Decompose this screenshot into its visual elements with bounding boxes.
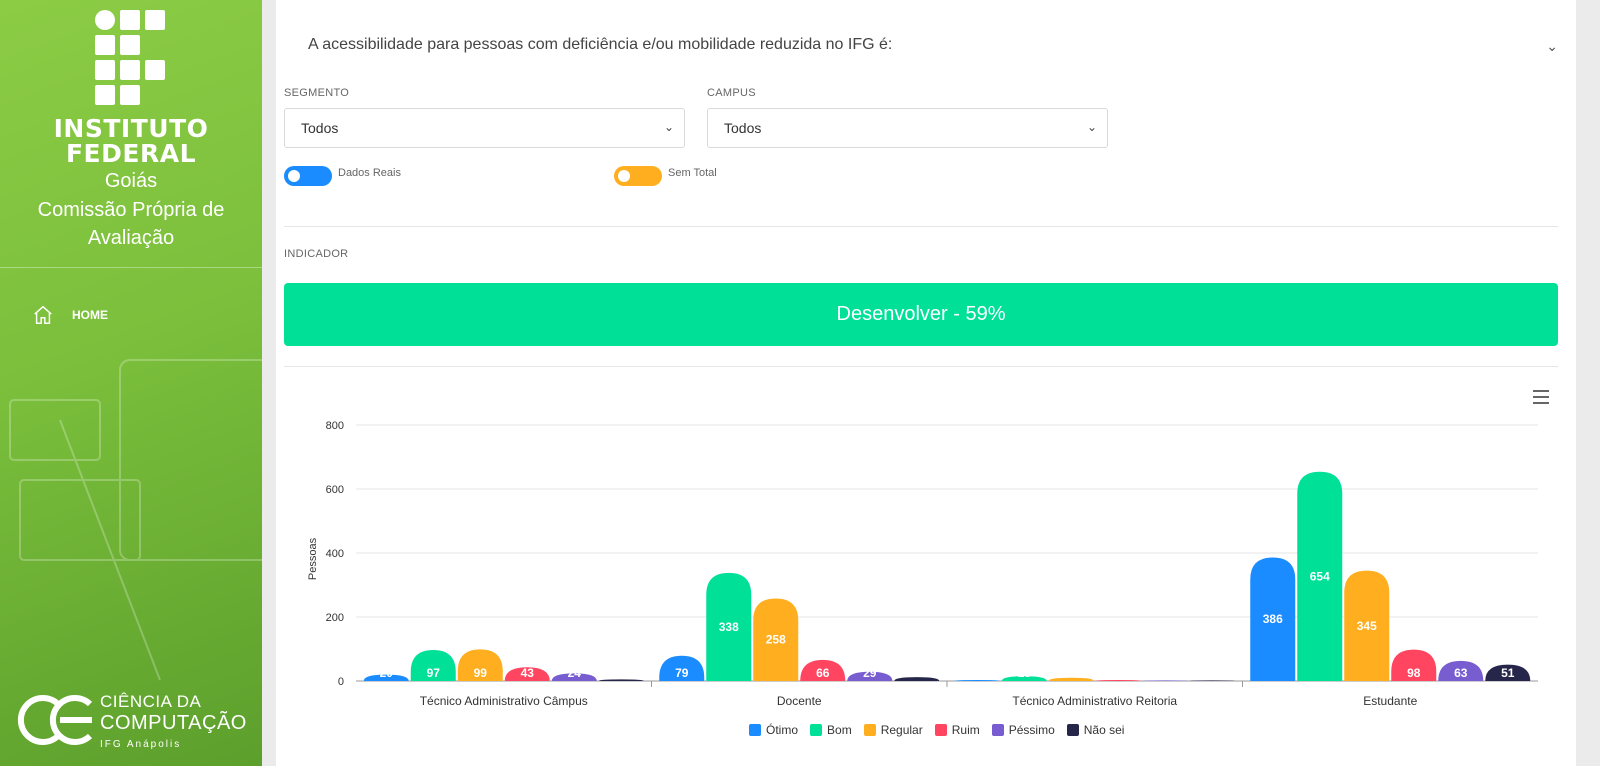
real-data-toggle[interactable] [284,166,332,186]
legend-swatch [991,724,1004,736]
legend-label: Ótimo [766,723,799,737]
bar-nosei-2 [1189,680,1235,681]
indicator-banner: Desenvolver - 59% [284,283,1558,346]
legend-swatch [934,724,947,736]
x-tick-label: Técnico Administrativo Reitoria [1012,694,1177,708]
legend-swatch [810,724,823,736]
cc-line1: CIÊNCIA DA [100,692,202,711]
y-tick-label: 400 [326,548,344,560]
legend-item[interactable]: Ótimo [749,723,798,737]
data-label: 24 [568,666,582,680]
no-total-toggle[interactable] [614,166,662,186]
legend-item[interactable]: Não sei [1066,723,1125,737]
x-tick-label: Docente [777,694,822,708]
home-icon [34,305,52,324]
bar-regular-2 [1048,677,1094,681]
data-label: 345 [1357,619,1377,633]
y-tick-label: 0 [338,676,344,688]
question-title[interactable]: A acessibilidade para pessoas com defici… [308,36,892,54]
legend-label: Ruim [951,723,980,737]
real-data-label: Dados Reais [338,167,401,179]
chevron-down-icon[interactable]: ⌄ [1546,38,1558,55]
legend-label: Regular [880,723,923,737]
segment-select-value: Todos [301,120,339,136]
legend-item[interactable]: Péssimo [991,723,1055,737]
institute-state: Goiás [104,170,158,192]
y-axis-label: Pessoas [307,537,319,580]
legend-swatch [863,724,876,736]
main-card: A acessibilidade para pessoas com defici… [276,0,1576,766]
data-label: 29 [863,666,877,680]
x-tick-label: Estudante [1363,694,1417,708]
data-label: 79 [675,666,689,680]
no-total-label: Sem Total [668,167,717,179]
data-label: 43 [521,666,535,680]
legend-item[interactable]: Regular [863,723,923,737]
divider [284,366,1558,367]
legend-label: Bom [827,723,852,737]
legend-item[interactable]: Bom [810,723,852,737]
legend-label: Péssimo [1008,723,1055,737]
x-tick-label: Técnico Administrativo Câmpus [420,694,588,708]
data-label: 97 [427,666,441,680]
indicator-label: INDICADOR [284,248,349,260]
bar-timo-2 [954,680,1000,681]
bar-nosei-0 [598,679,644,681]
bar-nosei-1 [894,677,940,681]
data-label: 51 [1501,666,1515,680]
data-label: 63 [1454,666,1468,680]
cc-line3: IFG Anápolis [100,739,182,750]
data-label: 98 [1407,666,1421,680]
segment-label: SEGMENTO [284,87,350,99]
sidebar-divider [0,267,262,268]
commission-name: Comissão Própria de Avaliação [37,199,225,249]
data-label: 15 [1018,666,1032,680]
data-label: 66 [816,666,830,680]
y-tick-label: 200 [326,612,344,624]
data-label: 654 [1310,569,1330,583]
legend-item[interactable]: Ruim [934,723,980,737]
bar-chart: 0 200 400 600 800 Pessoas 20 97 99 43 24 Técnico Ad… [307,420,1538,708]
chart-legend: Ótimo Bom Regular Ruim Péssimo Não sei [749,723,1124,737]
sidebar-item-label: HOME [72,308,108,322]
toggle-knob [618,170,630,182]
data-label: 258 [766,633,786,647]
campus-select-value: Todos [724,120,762,136]
background-keyboard-image [9,359,262,681]
campus-select[interactable]: Todos ⌄ [707,108,1108,148]
data-label: 20 [380,666,394,680]
legend-swatch [749,724,761,736]
sidebar: INSTITUTO FEDERAL Goiás Comissão Própria… [0,0,262,766]
bar-pssimo-2 [1142,680,1188,681]
data-label: 338 [719,620,739,634]
cc-line2: COMPUTAÇÃO [100,712,247,734]
data-label: 99 [474,666,488,680]
chevron-down-icon: ⌄ [1086,120,1097,134]
divider [284,226,1558,227]
campus-label: CAMPUS [707,87,756,99]
institute-title: INSTITUTO FEDERAL [53,114,209,168]
sidebar-item-home[interactable]: HOME [32,304,108,326]
y-tick-label: 600 [326,484,344,496]
bar-ruim-2 [1095,680,1141,681]
legend-swatch [1066,724,1079,736]
data-label: 386 [1263,612,1283,626]
toggle-knob [288,170,300,182]
chevron-down-icon: ⌄ [663,120,674,134]
segment-select[interactable]: Todos ⌄ [284,108,685,148]
legend-label: Não sei [1083,723,1125,737]
y-tick-label: 800 [326,420,344,432]
